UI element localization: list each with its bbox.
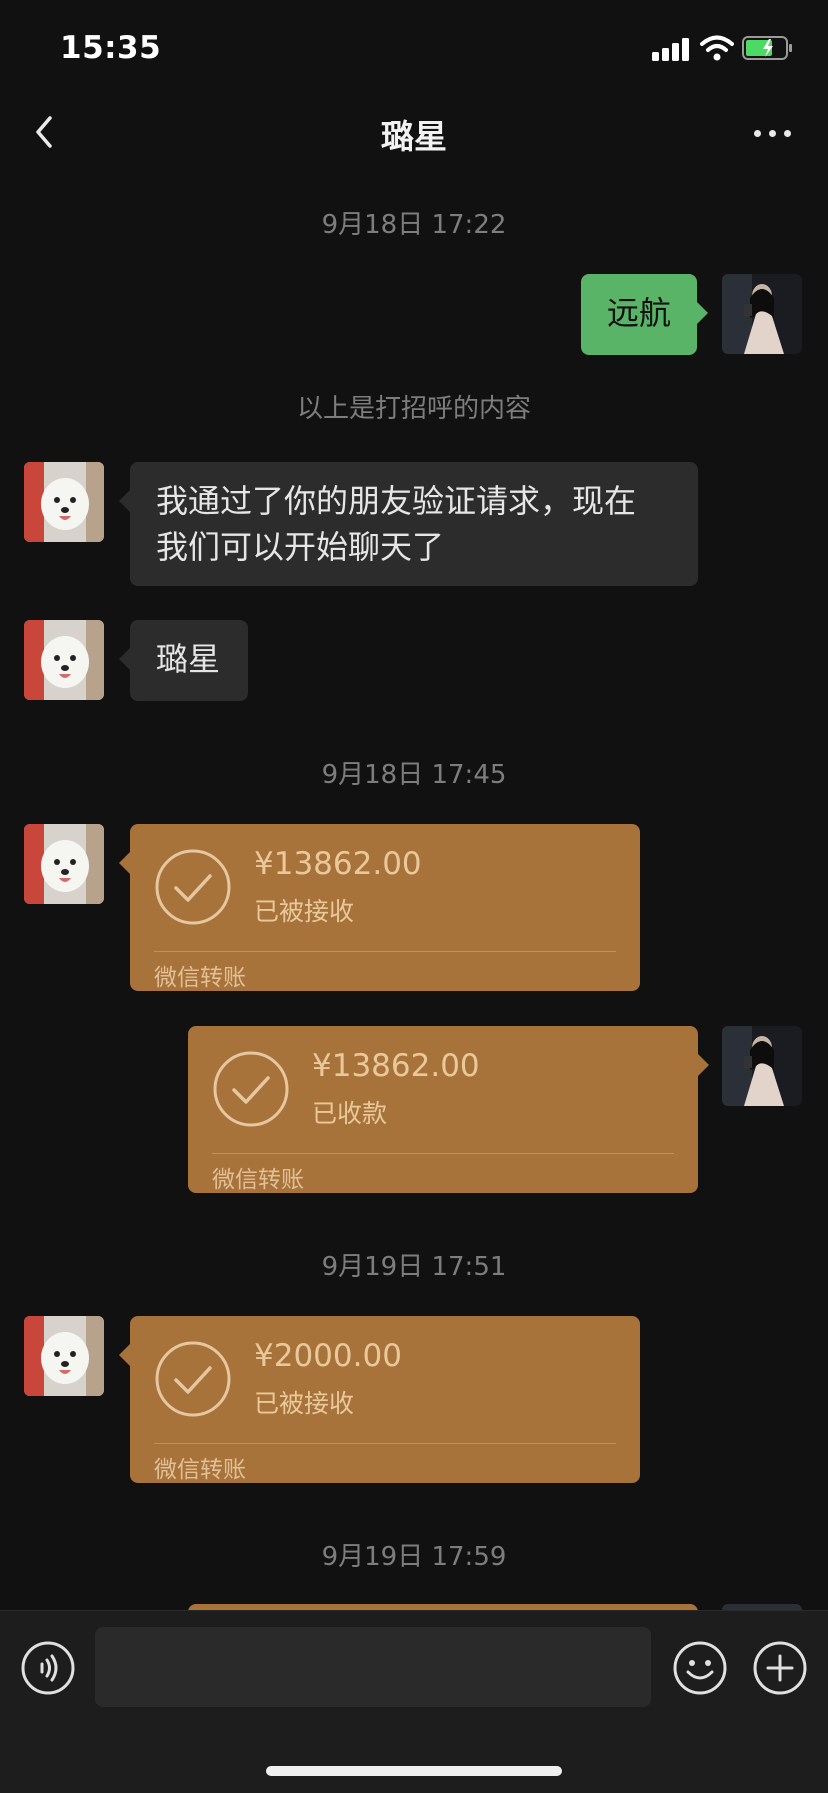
divider	[212, 1153, 674, 1154]
emoji-icon[interactable]	[672, 1640, 728, 1696]
transfer-amount: ¥13862.00	[312, 1048, 480, 1084]
transfer-label: 微信转账	[154, 1457, 246, 1483]
message-line: 我通过了你的朋友验证请求，现在	[156, 482, 637, 520]
transfer-label: 微信转账	[154, 965, 246, 991]
transfer-status: 已被接收	[254, 897, 355, 926]
transfer-status: 已收款	[312, 1099, 388, 1128]
status-time: 15:35	[60, 30, 162, 66]
my-avatar[interactable]	[722, 274, 802, 354]
signal-icon	[652, 37, 692, 61]
transfer-amount: ¥13862.00	[254, 846, 422, 882]
transfer-card[interactable]: ¥2000.00 已被接收 微信转账	[119, 1316, 640, 1483]
outgoing-message[interactable]: 远航	[581, 274, 708, 355]
plus-icon[interactable]	[752, 1640, 808, 1696]
transfer-label: 微信转账	[212, 1167, 304, 1193]
time-separator: 9月18日 17:45	[321, 760, 507, 790]
check-icon	[213, 1051, 289, 1127]
time-separator: 9月19日 17:59	[321, 1542, 507, 1572]
divider	[154, 1443, 616, 1444]
wifi-icon	[700, 35, 734, 61]
transfer-card[interactable]: ¥13862.00 已被接收 微信转账	[119, 824, 640, 991]
divider	[154, 951, 616, 952]
transfer-amount: ¥2000.00	[254, 1338, 402, 1374]
system-note: 以上是打招呼的内容	[296, 394, 531, 424]
time-separator: 9月19日 17:51	[321, 1252, 507, 1282]
home-indicator[interactable]	[266, 1766, 562, 1776]
my-avatar[interactable]	[722, 1026, 802, 1106]
check-icon	[155, 849, 231, 925]
contact-avatar[interactable]	[24, 462, 104, 542]
incoming-message[interactable]: 我通过了你的朋友验证请求，现在 我们可以开始聊天了	[119, 462, 698, 586]
time-separator: 9月18日 17:22	[321, 210, 507, 240]
contact-avatar[interactable]	[24, 620, 104, 700]
chat-title: 璐星	[381, 117, 447, 156]
battery-icon	[742, 36, 792, 60]
transfer-status: 已被接收	[254, 1389, 355, 1418]
incoming-message[interactable]: 璐星	[119, 620, 248, 701]
message-input[interactable]	[95, 1627, 651, 1707]
message-line: 我们可以开始聊天了	[156, 528, 445, 566]
voice-icon[interactable]	[20, 1640, 76, 1696]
check-icon	[155, 1341, 231, 1417]
status-bar: 15:35	[0, 0, 828, 100]
contact-avatar[interactable]	[24, 1316, 104, 1396]
contact-avatar[interactable]	[24, 824, 104, 904]
transfer-card[interactable]: ¥13862.00 已收款 微信转账	[188, 1026, 709, 1193]
more-icon[interactable]	[748, 110, 798, 154]
